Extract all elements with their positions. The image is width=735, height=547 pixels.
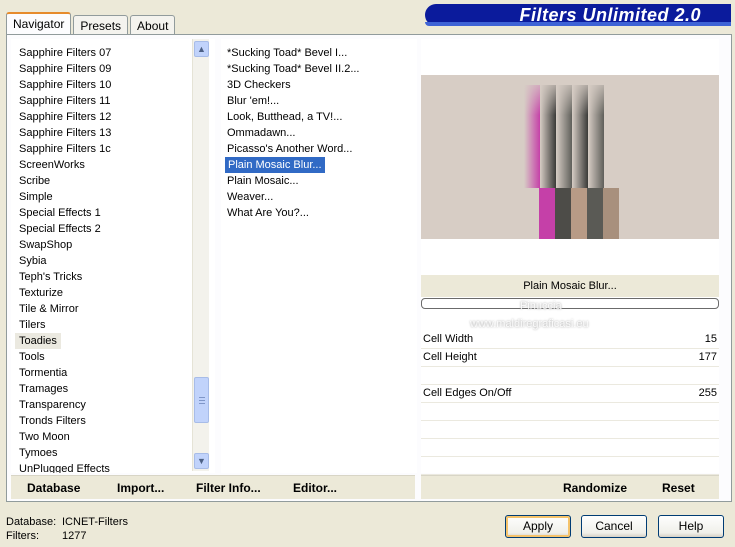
parameter-row[interactable] <box>421 421 719 439</box>
parameter-name: Cell Height <box>423 351 477 363</box>
filter-item[interactable]: Look, Butthead, a TV!... <box>227 109 342 125</box>
category-item[interactable]: Tramages <box>19 381 68 397</box>
category-item[interactable]: Sapphire Filters 09 <box>19 61 111 77</box>
category-list[interactable]: Sapphire Filters 07 Sapphire Filters 09 Sa… <box>11 39 215 473</box>
category-item[interactable]: Toadies <box>15 333 61 349</box>
parameter-row[interactable]: Cell Width 15 <box>421 331 719 349</box>
help-button[interactable]: Help <box>658 515 724 538</box>
parameter-value: 177 <box>698 351 717 363</box>
filter-item[interactable]: *Sucking Toad* Bevel II.2... <box>227 61 360 77</box>
parameter-row[interactable] <box>421 439 719 457</box>
category-item[interactable]: Teph's Tricks <box>19 269 82 285</box>
category-item[interactable]: Tools <box>19 349 45 365</box>
parameter-row[interactable]: Cell Edges On/Off 255 <box>421 385 719 403</box>
filter-list[interactable]: *Sucking Toad* Bevel I... *Sucking Toad* … <box>221 39 417 473</box>
import-button[interactable]: Import... <box>117 481 164 495</box>
filter-item[interactable]: Plain Mosaic Blur... <box>225 157 325 173</box>
tab-presets[interactable]: Presets <box>73 15 129 34</box>
preview-graphic <box>524 75 619 239</box>
filter-info-button[interactable]: Filter Info... <box>196 481 261 495</box>
main-panel: Sapphire Filters 07 Sapphire Filters 09 Sa… <box>6 34 732 502</box>
left-button-bar: Database Import... Filter Info... Editor… <box>11 475 415 499</box>
filter-item[interactable]: Weaver... <box>227 189 273 205</box>
filter-item[interactable]: Blur 'em!... <box>227 93 279 109</box>
tab-strip: Navigator Presets About <box>6 12 177 34</box>
category-item[interactable]: Sybia <box>19 253 47 269</box>
category-item[interactable]: Scribe <box>19 173 50 189</box>
category-item[interactable]: Tile & Mirror <box>19 301 78 317</box>
database-label: Database: <box>6 516 57 528</box>
filter-item[interactable]: Picasso's Another Word... <box>227 141 352 157</box>
category-item[interactable]: Sapphire Filters 12 <box>19 109 111 125</box>
parameter-name: Cell Edges On/Off <box>423 387 512 399</box>
category-item[interactable]: ScreenWorks <box>19 157 85 173</box>
category-scrollbar[interactable]: ▲ ▼ <box>192 39 209 471</box>
filters-count: 1277 <box>62 530 87 542</box>
filters-label: Filters: <box>6 530 39 542</box>
app-title: Filters Unlimited 2.0 <box>519 5 701 25</box>
filter-item[interactable]: 3D Checkers <box>227 77 291 93</box>
randomize-button[interactable]: Randomize <box>563 481 627 495</box>
category-item[interactable]: Special Effects 1 <box>19 205 101 221</box>
category-item[interactable]: Tymoes <box>19 445 58 461</box>
watermark-name: Pinuccia <box>520 300 562 312</box>
progress-bar <box>421 298 719 309</box>
database-info: Database: ICNET-Filters Filters: 1277 <box>6 515 128 543</box>
parameter-row[interactable] <box>421 457 719 475</box>
category-item[interactable]: Sapphire Filters 1c <box>19 141 111 157</box>
watermark-url: www.maldiregraficasi.eu <box>470 318 589 330</box>
database-value: ICNET-Filters <box>62 516 128 528</box>
scroll-thumb[interactable] <box>194 377 209 423</box>
editor-button[interactable]: Editor... <box>293 481 337 495</box>
filter-item[interactable]: *Sucking Toad* Bevel I... <box>227 45 347 61</box>
filter-item[interactable]: Ommadawn... <box>227 125 295 141</box>
category-item[interactable]: Tronds Filters <box>19 413 86 429</box>
cancel-button[interactable]: Cancel <box>581 515 647 538</box>
category-item[interactable]: Simple <box>19 189 53 205</box>
parameter-name: Cell Width <box>423 333 474 345</box>
category-item[interactable]: SwapShop <box>19 237 72 253</box>
category-item[interactable]: Special Effects 2 <box>19 221 101 237</box>
scroll-grip <box>199 397 205 398</box>
category-item[interactable]: Transparency <box>19 397 86 413</box>
category-item[interactable]: Sapphire Filters 10 <box>19 77 111 93</box>
tab-about[interactable]: About <box>130 15 176 34</box>
filter-item[interactable]: What Are You?... <box>227 205 309 221</box>
category-item[interactable]: Texturize <box>19 285 63 301</box>
current-filter-name: Plain Mosaic Blur... <box>421 275 719 297</box>
category-item[interactable]: Sapphire Filters 13 <box>19 125 111 141</box>
reset-button[interactable]: Reset <box>662 481 695 495</box>
scroll-up-button[interactable]: ▲ <box>194 41 209 57</box>
category-item[interactable]: UnPlugged Effects <box>19 461 110 473</box>
preview-image <box>421 75 719 239</box>
title-banner: Filters Unlimited 2.0 <box>425 4 731 26</box>
scroll-grip <box>199 403 205 404</box>
category-item[interactable]: Tilers <box>19 317 45 333</box>
scroll-grip <box>199 400 205 401</box>
parameter-row[interactable] <box>421 367 719 385</box>
database-button[interactable]: Database <box>27 481 80 495</box>
filter-item[interactable]: Plain Mosaic... <box>227 173 299 189</box>
scroll-down-button[interactable]: ▼ <box>194 453 209 469</box>
category-item[interactable]: Sapphire Filters 07 <box>19 45 111 61</box>
apply-button[interactable]: Apply <box>505 515 571 538</box>
parameter-row[interactable]: Cell Height 177 <box>421 349 719 367</box>
category-item[interactable]: Tormentia <box>19 365 67 381</box>
parameter-row[interactable] <box>421 403 719 421</box>
category-item[interactable]: Two Moon <box>19 429 70 445</box>
right-button-bar: Randomize Reset <box>421 475 719 499</box>
parameter-value: 255 <box>698 387 717 399</box>
category-item[interactable]: Sapphire Filters 11 <box>19 93 111 109</box>
parameter-value: 15 <box>704 333 717 345</box>
tab-navigator[interactable]: Navigator <box>6 12 72 34</box>
preview-area: Plain Mosaic Blur... Cell Width 15 Cell He… <box>421 39 719 475</box>
